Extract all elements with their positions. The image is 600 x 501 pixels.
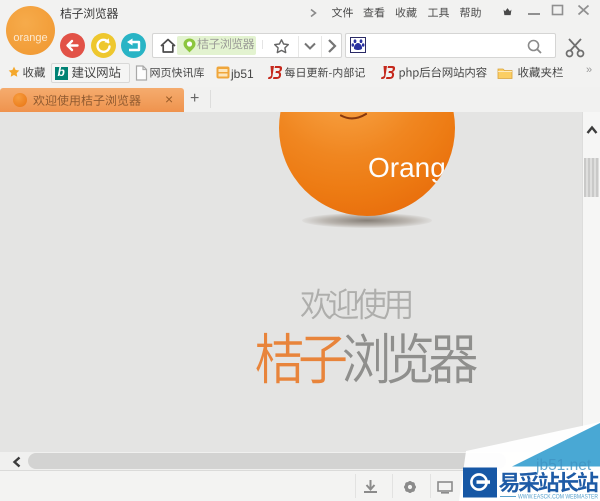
svg-text:jb51.net: jb51.net [535, 457, 592, 474]
svg-text:WWW.EASCK.COM WEBMASTER: WWW.EASCK.COM WEBMASTER [518, 495, 599, 501]
